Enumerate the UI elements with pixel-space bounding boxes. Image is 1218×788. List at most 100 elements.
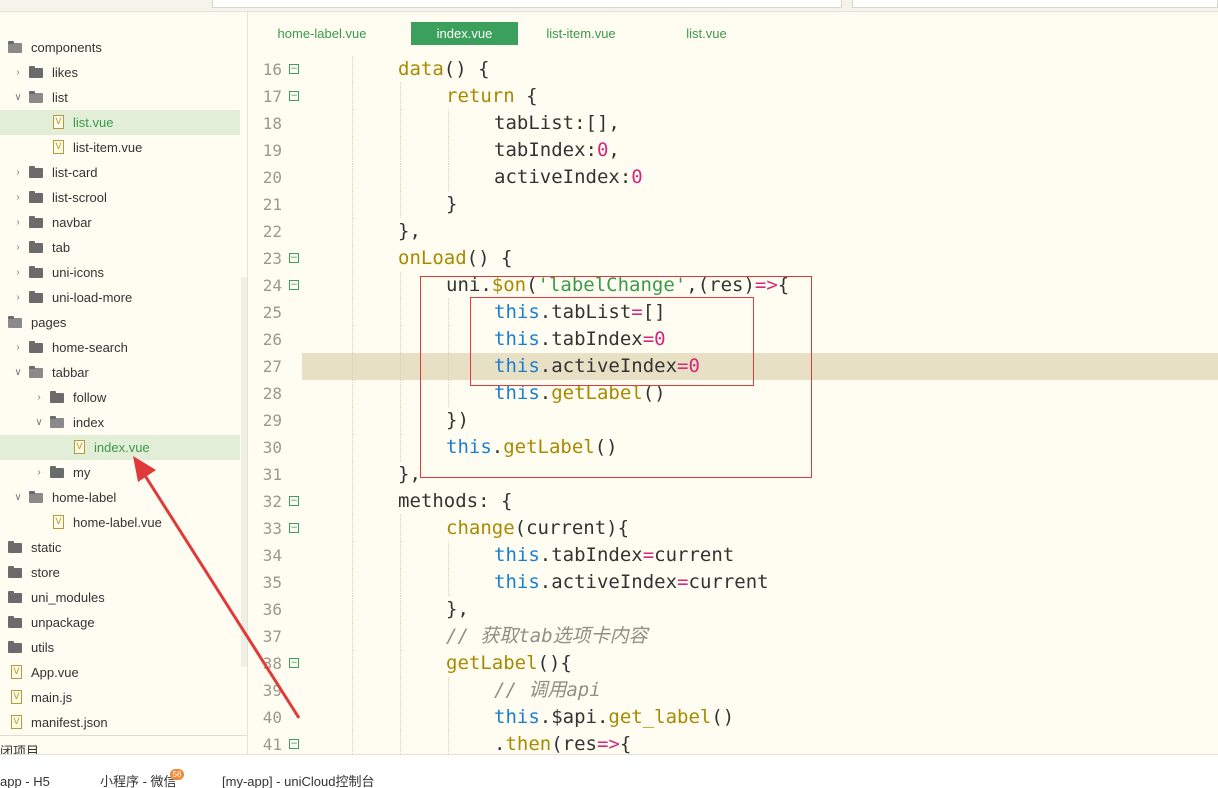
chevron-right-icon[interactable]: › [12,160,24,185]
current-line-highlight [302,353,1218,380]
folder-icon [29,66,43,78]
search-input[interactable] [852,0,1218,8]
indent-guide [352,542,353,569]
chevron-right-icon[interactable]: › [33,385,45,410]
code-token: current [688,571,769,593]
code-token: } [446,193,458,215]
console-tab-wechat[interactable]: 小程序 - 微信 [100,773,177,788]
chevron-right-icon[interactable]: › [12,285,24,310]
tree-item-label: utils [31,640,55,655]
tree-item-label: components [31,40,102,55]
code-token: = [631,301,643,323]
line-number: 16 [262,60,282,79]
tree-item-label: unpackage [31,615,95,630]
code-token: get_label [608,706,712,728]
tree-item[interactable]: utils [0,635,240,660]
line-number: 27 [262,357,282,376]
line-number: 41 [262,735,282,754]
tree-item[interactable]: › likes [0,60,240,85]
code-token: () [711,706,735,728]
chevron-down-icon[interactable]: ∨ [12,360,24,385]
chevron-down-icon[interactable]: ∨ [12,485,24,510]
indent-guide [400,731,401,754]
tree-item[interactable]: › navbar [0,210,240,235]
fold-toggle-icon[interactable]: − [289,739,299,749]
indent-guide [352,380,353,407]
indent-guide [400,515,401,542]
tree-item[interactable]: Vmanifest.json [0,710,240,735]
tree-item[interactable]: › home-search [0,335,240,360]
chevron-right-icon[interactable]: › [12,185,24,210]
fold-toggle-icon[interactable]: − [289,496,299,506]
tree-item[interactable]: unpackage [0,610,240,635]
tree-item[interactable]: Vlist.vue [0,110,240,135]
chevron-down-icon[interactable]: ∨ [0,35,3,60]
chevron-right-icon[interactable]: › [12,235,24,260]
tree-item[interactable]: Vlist-item.vue [0,135,240,160]
tree-item[interactable]: Vmain.js [0,685,240,710]
fold-toggle-icon[interactable]: − [289,64,299,74]
tree-item[interactable]: ∨ index [0,410,240,435]
tree-item[interactable]: ∨ pages [0,310,240,335]
chevron-right-icon[interactable]: › [12,335,24,360]
code-token: this [494,544,540,566]
sidebar-scrollbar[interactable] [241,277,247,667]
indent-guide [400,569,401,596]
tree-item[interactable]: V App.vue [0,660,240,685]
folder-icon [29,91,43,103]
code-editor[interactable]: 16− data() {17− return {18 tabList:[], 19 tab… [249,54,1218,754]
indent-guide [448,137,449,164]
tree-item[interactable]: Vindex.vue [0,435,240,460]
tree-item[interactable]: ∨ list [0,85,240,110]
tree-item[interactable]: Vhome-label.vue [0,510,240,535]
chevron-right-icon[interactable]: › [12,260,24,285]
indent-guide [352,488,353,515]
console-tab-h5[interactable]: app - H5 [0,773,50,788]
tree-item[interactable]: › tab [0,235,240,260]
fold-toggle-icon[interactable]: − [289,658,299,668]
code-token: () [642,382,666,404]
fold-toggle-icon[interactable]: − [289,91,299,101]
line-number: 22 [262,222,282,241]
chevron-right-icon[interactable]: › [12,60,24,85]
code-text: // 调用api [494,677,601,704]
tree-item[interactable]: › uni-icons [0,260,240,285]
indent-guide [352,164,353,191]
tree-item[interactable]: ∨ tabbar [0,360,240,385]
chevron-right-icon[interactable]: › [12,210,24,235]
fold-toggle-icon[interactable]: − [289,523,299,533]
tree-item[interactable]: › list-scrool [0,185,240,210]
chevron-down-icon[interactable]: ∨ [0,310,3,335]
line-number: 19 [262,141,282,160]
tree-item[interactable]: › list-card [0,160,240,185]
indent-guide [352,137,353,164]
line-number: 17 [262,87,282,106]
indent-guide [400,83,401,110]
tree-item[interactable]: ∨ components [0,35,240,60]
close-project-footer[interactable]: 闭项目 [0,735,247,754]
address-input[interactable] [212,0,842,8]
fold-toggle-icon[interactable]: − [289,280,299,290]
tab-list-item-vue[interactable]: list-item.vue [536,22,626,45]
tab-list-vue[interactable]: list.vue [674,22,739,45]
chevron-down-icon[interactable]: ∨ [33,410,45,435]
tab-home-label-vue[interactable]: home-label.vue [267,22,377,45]
chevron-down-icon[interactable]: ∨ [12,85,24,110]
tree-item[interactable]: › uni-load-more [0,285,240,310]
folder-icon [29,291,43,303]
tree-item[interactable]: static [0,535,240,560]
tree-item[interactable]: uni_modules [0,585,240,610]
code-line: 41− .then(res=>{ [249,731,1218,754]
code-token: // 获取tab选项卡内容 [446,625,648,647]
tree-item[interactable]: store [0,560,240,585]
tab-index-vue[interactable]: index.vue [411,22,518,45]
console-tab-unicloud[interactable]: [my-app] - uniCloud控制台 [222,773,374,788]
indent-guide [448,380,449,407]
line-number: 30 [262,438,282,457]
tree-item[interactable]: › my [0,460,240,485]
tree-item[interactable]: › follow [0,385,240,410]
chevron-right-icon[interactable]: › [33,460,45,485]
tree-item[interactable]: ∨ home-label [0,485,240,510]
code-line: 35 this.activeIndex=current [249,569,1218,596]
fold-toggle-icon[interactable]: − [289,253,299,263]
